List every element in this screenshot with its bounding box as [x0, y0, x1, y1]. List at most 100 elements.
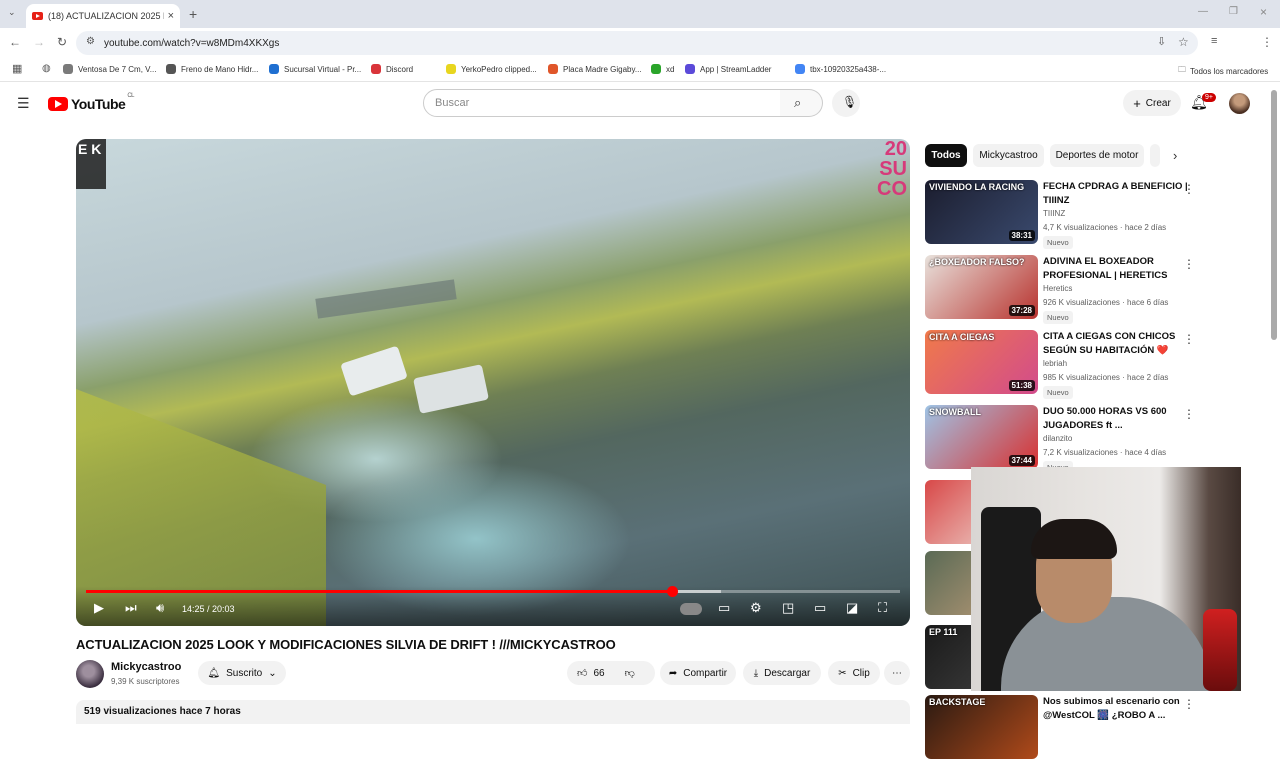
theater-mode-icon[interactable]: ▭ [814, 601, 826, 614]
chip-channel[interactable]: Mickycastroo [973, 144, 1044, 167]
progress-bar[interactable] [86, 586, 900, 597]
window-close-icon[interactable]: × [1260, 6, 1267, 18]
tab-search-icon[interactable]: ⌄ [8, 8, 16, 17]
video-player[interactable]: E K 20 SU CO ▶ ⏭ 🔊︎ 14:25 / 20:03 ▭ ⚙ ◳ … [76, 139, 910, 626]
video-duration: 51:38 [1008, 380, 1035, 391]
page-scrollbar[interactable] [1271, 90, 1277, 340]
recommendation-item[interactable]: SNOWBALL 37:44 DUO 50.000 HORAS VS 600 JUG… [925, 405, 1225, 474]
bookmark-label: tbx-10920325a438-... [810, 64, 887, 74]
more-options-icon[interactable]: ⋮ [1183, 332, 1195, 346]
clip-button[interactable]: ✂ Clip [828, 661, 880, 685]
recommendation-channel: Heretics [1043, 284, 1073, 293]
like-icon[interactable]: 👍︎ [577, 667, 587, 679]
subscribed-button[interactable]: 🔔︎ Suscrito ⌄ [198, 661, 286, 685]
youtube-logo[interactable]: YouTube CL [48, 93, 134, 112]
more-options-icon[interactable]: ⋮ [1183, 182, 1195, 196]
video-overlay-logo: 20 SU CO [877, 139, 907, 200]
reading-list-icon[interactable]: ≡ [1211, 36, 1217, 47]
video-thumbnail[interactable]: BACKSTAGE [925, 695, 1038, 759]
back-icon[interactable]: ← [9, 36, 21, 48]
search-button[interactable]: ⌕ [780, 89, 823, 117]
new-badge: Nuevo [1043, 386, 1073, 399]
description-box[interactable]: 519 visualizaciones hace 7 horas [76, 700, 910, 724]
download-label: Descargar [764, 667, 811, 679]
browser-tab-strip: ⌄ (18) ACTUALIZACION 2025 LOOK × + — ❐ × [0, 0, 1280, 28]
recommendation-item[interactable]: BACKSTAGE Nos subimos al escenario con @W… [925, 695, 1225, 761]
search-input[interactable]: Buscar [423, 89, 781, 117]
chip-motorsport[interactable]: Deportes de motor [1050, 144, 1144, 167]
recommendation-channel: lebriah [1043, 359, 1068, 368]
cast-icon[interactable]: ◪ [846, 601, 858, 614]
channel-name[interactable]: Mickycastroo [111, 661, 181, 673]
new-tab-icon[interactable]: + [189, 7, 197, 21]
subtitles-icon[interactable]: ▭ [718, 601, 730, 614]
video-duration: 37:44 [1008, 455, 1035, 466]
browser-tab[interactable]: (18) ACTUALIZACION 2025 LOOK × [26, 4, 180, 28]
bookmark-item[interactable]: App | StreamLadder [685, 64, 771, 74]
miniplayer-icon[interactable]: ◳ [782, 601, 794, 614]
restore-icon[interactable]: ❐ [1229, 7, 1238, 17]
channel-avatar[interactable] [76, 660, 104, 688]
bookmark-item[interactable]: tbx-10920325a438-... [795, 64, 886, 74]
bookmark-label: Ventosa De 7 Cm, V... [78, 64, 157, 74]
create-button[interactable]: + Crear [1123, 90, 1181, 116]
thumbnail-text: ¿BOXEADOR FALSO? [929, 257, 1025, 267]
more-actions-button[interactable]: ⋯ [884, 661, 910, 685]
video-thumbnail[interactable]: ¿BOXEADOR FALSO? 37:28 [925, 255, 1038, 319]
progress-scrubber[interactable] [667, 586, 679, 597]
recommendation-channel: TIIINZ [1043, 209, 1066, 218]
volume-icon[interactable]: 🔊︎ [156, 601, 164, 614]
video-thumbnail[interactable]: VIVIENDO LA RACING 38:31 [925, 180, 1038, 244]
video-thumbnail[interactable]: CITA A CIEGAS 51:38 [925, 330, 1038, 394]
chip-partial[interactable] [1150, 144, 1160, 167]
chip-all[interactable]: Todos [925, 144, 967, 167]
youtube-favicon-icon [32, 12, 43, 20]
fullscreen-icon[interactable]: ⛶ [878, 601, 887, 614]
youtube-play-icon [48, 97, 68, 111]
bookmark-favicon-icon [63, 64, 73, 74]
create-label: Crear [1145, 97, 1171, 109]
more-options-icon[interactable]: ⋮ [1183, 407, 1195, 421]
video-thumbnail[interactable]: SNOWBALL 37:44 [925, 405, 1038, 469]
share-button[interactable]: ➦ Compartir [660, 661, 736, 685]
chevron-right-icon[interactable]: › [1173, 149, 1177, 162]
more-options-icon[interactable]: ⋮ [1183, 697, 1195, 711]
bookmark-item[interactable]: Sucursal Virtual - Pr... [269, 64, 361, 74]
play-icon[interactable]: ▶ [94, 601, 104, 614]
bookmark-item[interactable]: YerkoPedro clipped... [446, 64, 537, 74]
bookmark-item[interactable]: Freno de Mano Hidr... [166, 64, 258, 74]
recommendation-title: CITA A CIEGAS CON CHICOS SEGÚN SU HABITA… [1043, 331, 1176, 356]
recommendation-item[interactable]: ¿BOXEADOR FALSO? 37:28 ADIVINA EL BOXEADOR… [925, 255, 1225, 324]
download-button[interactable]: ⤓ Descargar [743, 661, 821, 685]
voice-search-button[interactable]: 🎙 [832, 89, 860, 117]
recommendation-item[interactable]: VIVIENDO LA RACING 38:31 FECHA CPDRAG A BE… [925, 180, 1225, 249]
bookmark-item[interactable]: Ventosa De 7 Cm, V... [63, 64, 156, 74]
minimize-icon[interactable]: — [1198, 7, 1208, 17]
globe-icon[interactable]: ◍ [42, 64, 51, 74]
apps-grid-icon[interactable]: ▦ [12, 64, 22, 75]
settings-icon[interactable]: ⚙ [750, 601, 762, 614]
more-options-icon[interactable]: ⋮ [1183, 257, 1195, 271]
hamburger-menu-icon[interactable]: ☰ [17, 96, 30, 110]
bookmark-item[interactable]: xd [651, 64, 674, 74]
site-info-icon[interactable]: ⚙ [86, 37, 95, 47]
bookmark-label: Discord [386, 64, 414, 74]
bookmark-item[interactable]: Discord [371, 64, 413, 74]
recommendation-item[interactable]: CITA A CIEGAS 51:38 CITA A CIEGAS CON CHIC… [925, 330, 1225, 399]
address-bar[interactable]: ⚙ youtube.com/watch?v=w8MDm4XKXgs [76, 31, 1198, 55]
bookmarks-bar: ▦ ◍ Ventosa De 7 Cm, V... Freno de Mano H… [0, 58, 1280, 82]
bookmark-star-icon[interactable]: ☆ [1178, 36, 1189, 48]
autoplay-toggle[interactable] [680, 603, 702, 615]
install-app-icon[interactable]: ⇩ [1157, 37, 1166, 48]
reload-icon[interactable]: ↻ [57, 36, 67, 48]
dislike-icon[interactable]: 👎︎ [625, 667, 635, 679]
account-avatar[interactable] [1229, 93, 1250, 114]
bookmark-favicon-icon [269, 64, 279, 74]
browser-menu-icon[interactable]: ⋮ [1261, 36, 1273, 48]
next-icon[interactable]: ⏭ [125, 601, 137, 614]
forward-icon[interactable]: → [33, 36, 45, 48]
all-bookmarks[interactable]: 🗀 Todos los marcadores [1178, 64, 1268, 78]
close-tab-icon[interactable]: × [168, 10, 174, 22]
logo-text: YouTube [71, 96, 126, 112]
bookmark-item[interactable]: Placa Madre Gigaby... [548, 64, 642, 74]
